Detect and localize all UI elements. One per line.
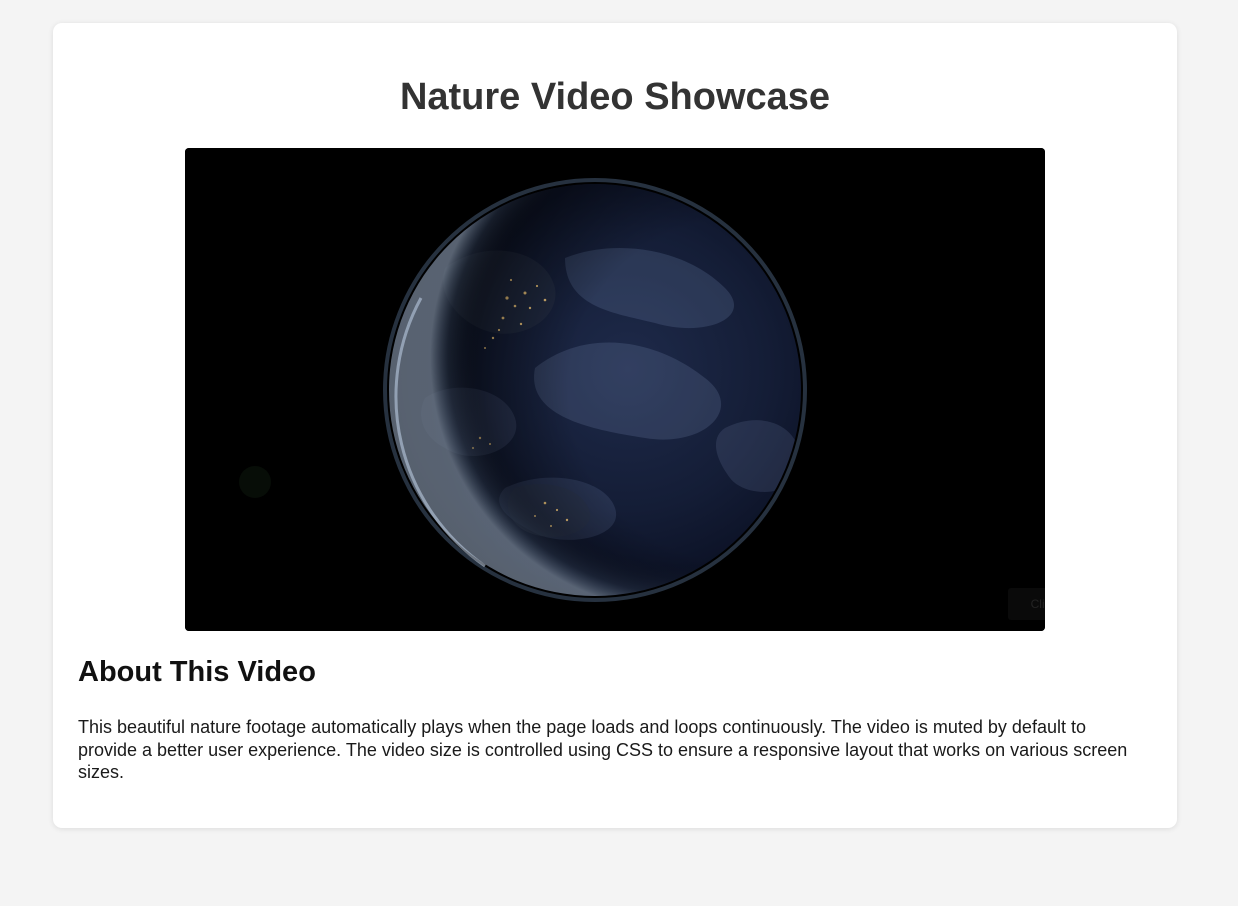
about-description: This beautiful nature footage automatica… [78,717,1128,782]
video-frame-earth [185,148,1045,631]
video-watermark: Click to watch in full screen [1008,588,1198,620]
play-button-hint[interactable] [239,466,271,498]
video-player[interactable] [185,148,1045,631]
about-heading: About This Video [78,656,316,688]
content-card: Nature Video Showcase Click to watch in … [53,23,1198,828]
page-title: Nature Video Showcase [399,76,831,118]
